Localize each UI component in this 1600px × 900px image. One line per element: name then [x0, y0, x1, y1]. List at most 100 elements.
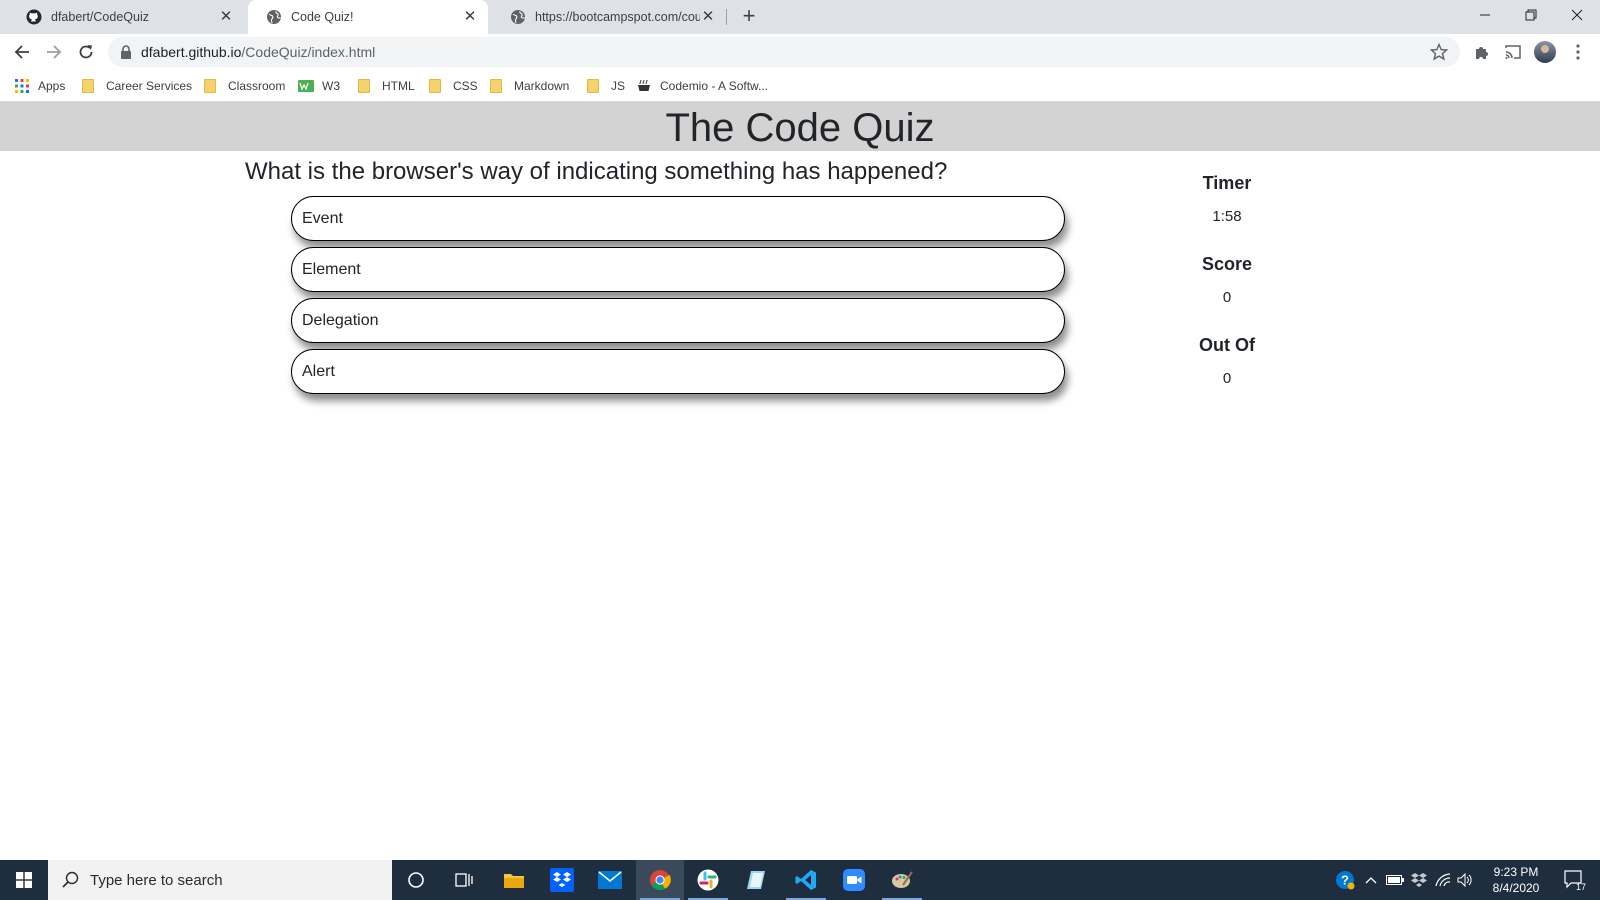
folder-icon	[490, 79, 502, 93]
action-center-button[interactable]: 17	[1558, 860, 1592, 900]
taskbar-clock[interactable]: 9:23 PM 8/4/2020	[1476, 864, 1556, 896]
dropbox-icon	[550, 868, 574, 892]
windows-taskbar: Type here to search ? 9:23 PM 8/4/2020 1…	[0, 860, 1600, 900]
bookmark-apps[interactable]: Apps	[14, 78, 65, 94]
dropbox-tray-icon[interactable]	[1408, 860, 1430, 900]
bookmark-js[interactable]: JS	[587, 78, 625, 94]
notification-count: 17	[1576, 882, 1587, 892]
slack-app[interactable]	[684, 860, 732, 900]
restore-button[interactable]	[1508, 0, 1554, 30]
vscode-app[interactable]	[782, 860, 830, 900]
answer-button-element[interactable]: Element	[291, 247, 1065, 292]
chevron-up-icon	[1365, 877, 1377, 884]
bookmark-w3[interactable]: W3	[298, 78, 340, 94]
wifi-tray-icon[interactable]	[1432, 860, 1454, 900]
taskbar-search[interactable]: Type here to search	[48, 860, 392, 900]
lock-icon	[121, 45, 131, 59]
bookmark-classroom[interactable]: Classroom	[204, 78, 285, 94]
dropbox-app[interactable]	[538, 860, 586, 900]
back-arrow-icon	[14, 45, 29, 59]
zoom-app[interactable]	[830, 860, 878, 900]
cortana-button[interactable]	[392, 860, 440, 900]
menu-button[interactable]	[1568, 42, 1588, 62]
w3-icon	[298, 78, 314, 94]
mail-app[interactable]	[586, 860, 634, 900]
cortana-circle-icon	[408, 872, 424, 888]
help-question-icon: ?	[1336, 871, 1355, 890]
help-tray-button[interactable]: ?	[1332, 860, 1358, 900]
battery-tray-icon[interactable]	[1384, 860, 1406, 900]
folder-icon	[358, 79, 370, 93]
folder-icon	[587, 79, 599, 93]
close-icon	[1571, 9, 1583, 21]
answer-button-delegation[interactable]: Delegation	[291, 298, 1065, 343]
paint-app[interactable]	[878, 860, 926, 900]
answer-button-alert[interactable]: Alert	[291, 349, 1065, 394]
codemio-icon	[636, 78, 652, 94]
new-tab-button[interactable]: +	[738, 5, 760, 28]
bookmark-html[interactable]: HTML	[358, 78, 415, 94]
close-tab-icon[interactable]: ✕	[700, 9, 716, 25]
answer-button-event[interactable]: Event	[291, 196, 1065, 241]
bookmark-label: Apps	[38, 79, 66, 93]
folder-icon	[504, 874, 524, 888]
quiz-header: The Code Quiz	[0, 102, 1600, 151]
bookmark-markdown[interactable]: Markdown	[490, 78, 569, 94]
apps-grid-icon	[14, 78, 30, 94]
clock-time: 9:23 PM	[1493, 865, 1539, 879]
search-icon	[62, 871, 79, 888]
extensions-button[interactable]	[1472, 42, 1492, 62]
url-text[interactable]: dfabert.github.io/CodeQuiz/index.html	[141, 37, 375, 67]
browser-toolbar: dfabert.github.io/CodeQuiz/index.html	[0, 34, 1600, 70]
cast-icon	[1505, 45, 1521, 59]
minimize-button[interactable]	[1462, 0, 1508, 30]
outof-value: 0	[1222, 370, 1232, 387]
bookmark-label: Codemio - A Softw...	[660, 79, 769, 93]
address-bar[interactable]: dfabert.github.io/CodeQuiz/index.html	[108, 37, 1460, 67]
bookmark-label: W3	[322, 79, 340, 93]
windows-logo-icon	[16, 872, 32, 888]
bookmark-css[interactable]: CSS	[429, 78, 478, 94]
kebab-menu-icon	[1576, 44, 1580, 60]
zoom-icon	[843, 869, 865, 891]
close-window-button[interactable]	[1554, 0, 1600, 30]
close-tab-icon[interactable]: ✕	[462, 9, 478, 25]
volume-tray-icon[interactable]	[1454, 860, 1476, 900]
reload-button[interactable]	[73, 39, 99, 65]
task-view-button[interactable]	[440, 860, 488, 900]
tab-bootcampspot[interactable]: https://bootcampspot.com/cours ✕	[492, 0, 726, 34]
bookmark-label: CSS	[453, 79, 478, 93]
bookmark-codemio[interactable]: Codemio - A Softw...	[636, 78, 768, 94]
start-button[interactable]	[0, 860, 48, 900]
bookmark-star-icon[interactable]	[1430, 43, 1448, 61]
restore-icon	[1525, 9, 1537, 21]
tab-divider	[726, 9, 727, 25]
back-button[interactable]	[9, 39, 35, 65]
wifi-icon	[1435, 873, 1451, 887]
reload-icon	[79, 45, 93, 59]
score-value: 0	[1222, 289, 1232, 306]
show-hidden-icons-button[interactable]	[1362, 860, 1380, 900]
notepad-app[interactable]	[732, 860, 780, 900]
tab-github[interactable]: dfabert/CodeQuiz ✕	[8, 0, 244, 34]
score-label: Score	[1201, 254, 1253, 274]
cast-button[interactable]	[1503, 42, 1523, 62]
close-tab-icon[interactable]: ✕	[218, 9, 234, 25]
profile-avatar[interactable]	[1534, 41, 1556, 63]
folder-icon	[204, 79, 216, 93]
tab-title: dfabert/CodeQuiz	[51, 10, 149, 24]
forward-button[interactable]	[41, 39, 67, 65]
task-view-icon	[455, 873, 473, 887]
folder-icon	[429, 79, 441, 93]
bookmark-career-services[interactable]: Career Services	[82, 78, 192, 94]
quiz-stats-panel: Timer 1:58 Score 0 Out Of 0	[1127, 171, 1327, 414]
tab-code-quiz[interactable]: Code Quiz! ✕	[248, 0, 488, 34]
question-text: What is the browser's way of indicating …	[245, 158, 948, 185]
timer-label: Timer	[1202, 173, 1252, 193]
chrome-app[interactable]	[636, 860, 684, 900]
timer-value: 1:58	[1212, 208, 1242, 225]
minimize-icon	[1480, 14, 1490, 16]
url-path: /CodeQuiz/index.html	[241, 44, 376, 60]
file-explorer-app[interactable]	[490, 860, 538, 900]
tab-title: Code Quiz!	[291, 10, 354, 24]
